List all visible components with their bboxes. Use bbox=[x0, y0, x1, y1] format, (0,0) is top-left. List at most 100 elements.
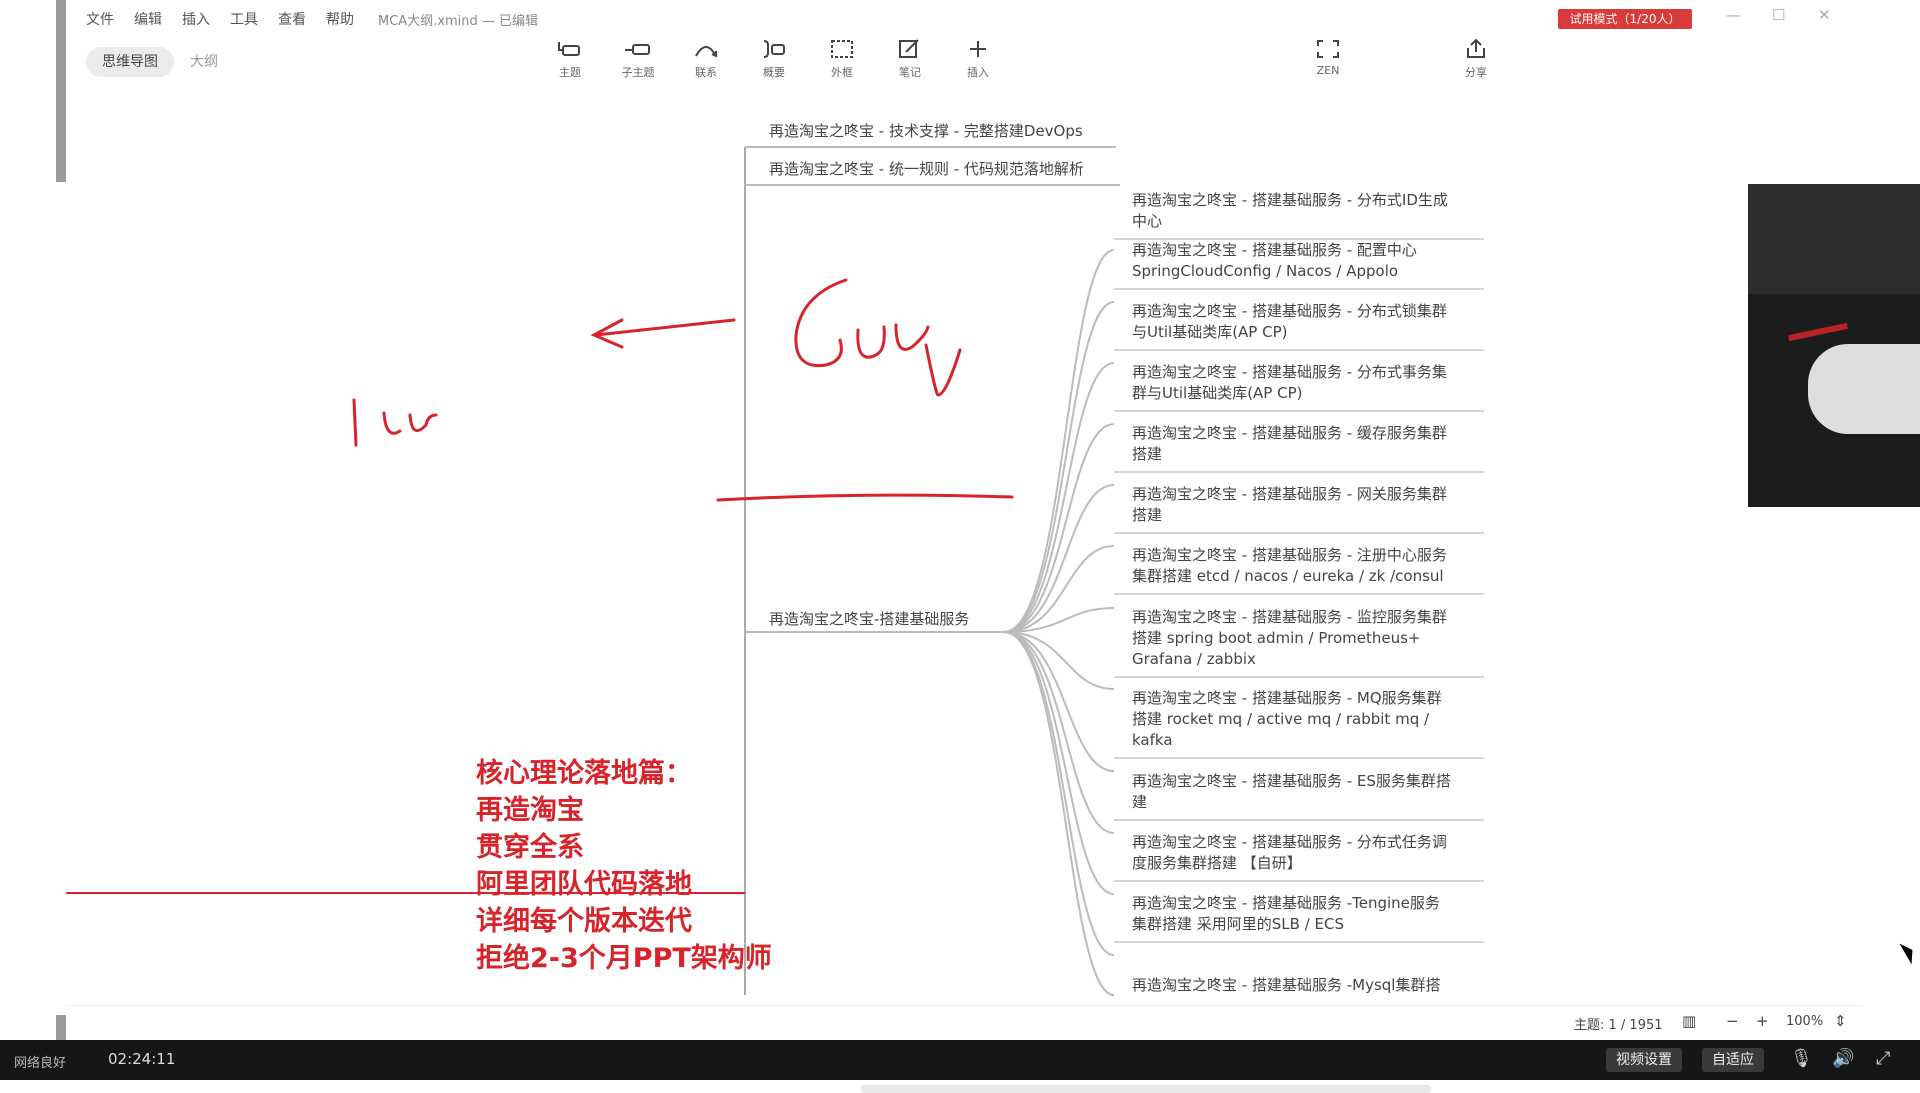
toolbar-boundary-button[interactable]: 外框 bbox=[812, 38, 872, 80]
close-icon[interactable]: ✕ bbox=[1818, 6, 1831, 24]
callout-line: 详细每个版本迭代 bbox=[476, 906, 692, 937]
fullscreen-icon bbox=[1317, 40, 1339, 58]
toolbar-insert-button[interactable]: 插入 bbox=[948, 38, 1008, 80]
subtopic-node[interactable]: 再造淘宝之咚宝 - 搭建基础服务 - 监控服务集群 搭建 spring boot … bbox=[1132, 607, 1482, 670]
tab-outline[interactable]: 大纲 bbox=[174, 47, 234, 77]
horizontal-scrollbar[interactable] bbox=[861, 1085, 1431, 1093]
video-player-bar: 网络良好 02:24:11 视频设置 自适应 🎙 🔊 ⤢ bbox=[0, 1040, 1920, 1080]
subtopic-text: kafka bbox=[1132, 731, 1173, 749]
tab-mindmap[interactable]: 思维导图 bbox=[86, 47, 174, 77]
callout-line: 核心理论落地篇： bbox=[476, 758, 692, 789]
share-button[interactable]: 分享 bbox=[1446, 38, 1506, 80]
menu-help[interactable]: 帮助 bbox=[326, 9, 354, 29]
toolbar-label: 插入 bbox=[967, 66, 989, 79]
subtopic-text: 再造淘宝之咚宝 - 搭建基础服务 - 缓存服务集群 bbox=[1132, 424, 1447, 442]
callout-line: 贯穿全系 bbox=[476, 832, 584, 863]
status-bar: 主题: 1 / 1951 ▥ − + 100% ⇕ bbox=[66, 1005, 1862, 1037]
toolbar-relationship-button[interactable]: 联系 bbox=[676, 38, 736, 80]
scroll-marker bbox=[56, 1015, 66, 1040]
document-title: MCA大纲.xmind — 已编辑 bbox=[378, 14, 539, 29]
toolbar-summary-button[interactable]: 概要 bbox=[744, 38, 804, 80]
subtopic-text: 搭建 spring boot admin / Prometheus+ bbox=[1132, 629, 1421, 647]
toolbar-note-button[interactable]: 笔记 bbox=[880, 38, 940, 80]
subtopic-text: 建 bbox=[1132, 793, 1148, 811]
subtopic-underline bbox=[1114, 349, 1484, 351]
toolbar-label: 子主题 bbox=[621, 66, 655, 79]
zoom-level[interactable]: 100% bbox=[1786, 1014, 1823, 1029]
menu-edit[interactable]: 编辑 bbox=[134, 9, 162, 29]
subtopic-text: 群与Util基础类库(AP CP) bbox=[1132, 384, 1303, 402]
volume-icon[interactable]: 🔊 bbox=[1832, 1048, 1854, 1069]
menu-file[interactable]: 文件 bbox=[86, 9, 114, 29]
book-icon[interactable]: ▥ bbox=[1682, 1012, 1696, 1030]
subtopic-text: 再造淘宝之咚宝 - 搭建基础服务 - ES服务集群搭 bbox=[1132, 772, 1451, 790]
subtopic-underline bbox=[1114, 532, 1484, 534]
subtopic-underline bbox=[1114, 880, 1484, 882]
subtopic-node[interactable]: 再造淘宝之咚宝 - 搭建基础服务 - MQ服务集群 搭建 rocket mq / … bbox=[1132, 688, 1482, 751]
subtopic-node[interactable]: 再造淘宝之咚宝 - 搭建基础服务 - 分布式ID生成 中心 bbox=[1132, 190, 1482, 232]
subtopic-text: 搭建 rocket mq / active mq / rabbit mq / bbox=[1132, 710, 1430, 728]
menu-view[interactable]: 查看 bbox=[278, 9, 306, 29]
scroll-marker bbox=[56, 0, 66, 182]
subtopic-underline bbox=[1114, 819, 1484, 821]
toolbar-label: 主题 bbox=[559, 66, 581, 79]
zoom-in-icon[interactable]: + bbox=[1756, 1012, 1769, 1030]
subtopic-text: 度服务集群搭建 【自研】 bbox=[1132, 854, 1302, 872]
subtopic-underline bbox=[1114, 757, 1484, 759]
subtopic-text: 再造淘宝之咚宝 - 搭建基础服务 -Mysql集群搭 bbox=[1132, 976, 1441, 994]
zoom-out-icon[interactable]: − bbox=[1726, 1012, 1739, 1030]
video-settings-button[interactable]: 视频设置 bbox=[1606, 1048, 1682, 1072]
branch-devops[interactable]: 再造淘宝之咚宝 - 技术支撑 - 完整搭建DevOps bbox=[769, 121, 1083, 142]
boundary-icon bbox=[831, 40, 853, 58]
toolbar-label: 分享 bbox=[1465, 66, 1487, 79]
menu-insert[interactable]: 插入 bbox=[182, 9, 210, 29]
topic-count: 主题: 1 / 1951 bbox=[1574, 1018, 1663, 1033]
maximize-icon[interactable]: ☐ bbox=[1772, 6, 1785, 24]
mindmap-canvas[interactable]: 再造淘宝之咚宝 - 技术支撑 - 完整搭建DevOps 再造淘宝之咚宝 - 统一… bbox=[66, 95, 1862, 1093]
trial-badge[interactable]: 试用模式（1/20人） bbox=[1558, 9, 1692, 29]
subtopic-text: 再造淘宝之咚宝 - 搭建基础服务 - 监控服务集群 bbox=[1132, 608, 1447, 626]
subtopic-node[interactable]: 再造淘宝之咚宝 - 搭建基础服务 - 配置中心 SpringCloudConfig… bbox=[1132, 240, 1482, 282]
subtopic-node[interactable]: 再造淘宝之咚宝 - 搭建基础服务 - 分布式锁集群 与Util基础类库(AP CP… bbox=[1132, 301, 1482, 343]
zen-mode-button[interactable]: ZEN bbox=[1298, 38, 1358, 77]
toolbar-label: 外框 bbox=[831, 66, 853, 79]
quality-button[interactable]: 自适应 bbox=[1702, 1048, 1764, 1072]
mic-off-icon[interactable]: 🎙 bbox=[1790, 1048, 1813, 1069]
view-toggle: 思维导图 大纲 bbox=[86, 47, 234, 77]
subtopic-text: 再造淘宝之咚宝 - 搭建基础服务 - 注册中心服务 bbox=[1132, 546, 1447, 564]
subtopic-text: 再造淘宝之咚宝 - 搭建基础服务 - 分布式ID生成 bbox=[1132, 191, 1448, 209]
webcam-feed bbox=[1748, 184, 1920, 507]
toolbar-topic-button[interactable]: 主题 bbox=[540, 38, 600, 80]
subtopic-text: 与Util基础类库(AP CP) bbox=[1132, 323, 1288, 341]
subtopic-text: 再造淘宝之咚宝 - 搭建基础服务 - 分布式事务集 bbox=[1132, 363, 1447, 381]
fullscreen-icon[interactable]: ⤢ bbox=[1876, 1048, 1890, 1069]
subtopic-text: 集群搭建 采用阿里的SLB / ECS bbox=[1132, 915, 1345, 933]
subtopic-text: 再造淘宝之咚宝 - 搭建基础服务 - 网关服务集群 bbox=[1132, 485, 1447, 503]
relationship-icon bbox=[695, 46, 717, 58]
subtopic-node[interactable]: 再造淘宝之咚宝 - 搭建基础服务 - 网关服务集群 搭建 bbox=[1132, 484, 1482, 526]
insert-icon bbox=[970, 41, 986, 57]
mindmap-connectors bbox=[66, 146, 1120, 996]
subtopic-node[interactable]: 再造淘宝之咚宝 - 搭建基础服务 - 缓存服务集群 搭建 bbox=[1132, 423, 1482, 465]
toolbar-subtopic-button[interactable]: 子主题 bbox=[608, 38, 668, 80]
subtopic-node[interactable]: 再造淘宝之咚宝 - 搭建基础服务 - 注册中心服务 集群搭建 etcd / nac… bbox=[1132, 545, 1482, 587]
subtopic-text: SpringCloudConfig / Nacos / Appolo bbox=[1132, 262, 1399, 280]
branch-code-standard[interactable]: 再造淘宝之咚宝 - 统一规则 - 代码规范落地解析 bbox=[769, 159, 1084, 180]
subtopic-node[interactable]: 再造淘宝之咚宝 - 搭建基础服务 - ES服务集群搭建 bbox=[1132, 771, 1482, 813]
subtopic-node[interactable]: 再造淘宝之咚宝 - 搭建基础服务 -Mysql集群搭 bbox=[1132, 975, 1482, 996]
menu-tools[interactable]: 工具 bbox=[230, 9, 258, 29]
subtopic-underline bbox=[1114, 288, 1484, 290]
menu-bar: 文件 编辑 插入 工具 查看 帮助 MCA大纲.xmind — 已编辑 试用模式… bbox=[66, 0, 1862, 38]
minimize-icon[interactable]: — bbox=[1726, 6, 1741, 24]
subtopic-text: 再造淘宝之咚宝 - 搭建基础服务 -Tengine服务 bbox=[1132, 894, 1440, 912]
callout-line: 阿里团队代码落地 bbox=[476, 869, 692, 900]
toolbar-label: 联系 bbox=[695, 66, 717, 79]
subtopic-text: 再造淘宝之咚宝 - 搭建基础服务 - 配置中心 bbox=[1132, 241, 1417, 259]
subtopic-text: 再造淘宝之咚宝 - 搭建基础服务 - 分布式任务调 bbox=[1132, 833, 1447, 851]
branch-base-services[interactable]: 再造淘宝之咚宝-搭建基础服务 bbox=[769, 609, 969, 630]
subtopic-node[interactable]: 再造淘宝之咚宝 - 搭建基础服务 -Tengine服务 集群搭建 采用阿里的SLB… bbox=[1132, 893, 1482, 935]
subtopic-text: 再造淘宝之咚宝 - 搭建基础服务 - 分布式锁集群 bbox=[1132, 302, 1447, 320]
zoom-stepper-icon[interactable]: ⇕ bbox=[1834, 1012, 1847, 1030]
subtopic-node[interactable]: 再造淘宝之咚宝 - 搭建基础服务 - 分布式任务调 度服务集群搭建 【自研】 bbox=[1132, 832, 1482, 874]
subtopic-node[interactable]: 再造淘宝之咚宝 - 搭建基础服务 - 分布式事务集 群与Util基础类库(AP C… bbox=[1132, 362, 1482, 404]
